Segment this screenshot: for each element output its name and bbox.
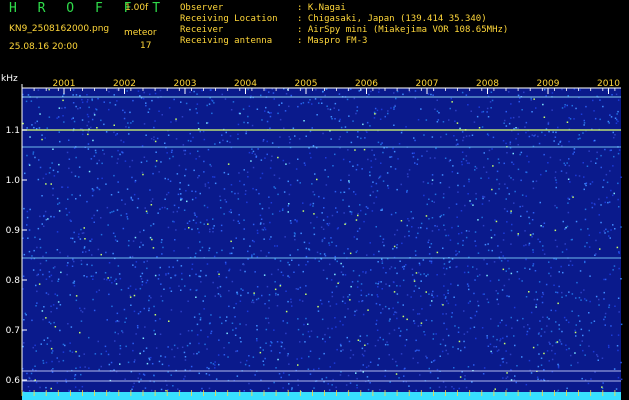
x-tick-label: 2009 (537, 79, 560, 89)
x-tick-label: 2006 (355, 79, 378, 89)
x-tick-label: 2002 (113, 79, 136, 89)
x-tick-label: 2003 (174, 79, 197, 89)
spectrogram-background (22, 88, 621, 392)
y-tick-label: 0.8 (6, 276, 21, 286)
spectrogram: 1.1 1.0 0.9 0.8 0.7 0.6 2001 2002 2003 2004 2005 20… (6, 79, 623, 400)
x-tick-label: 2001 (53, 79, 76, 89)
y-tick-label: 0.6 (6, 376, 21, 386)
x-tick-label: 2008 (476, 79, 499, 89)
bottom-band (22, 392, 621, 400)
y-tick-label: 1.0 (6, 176, 21, 186)
x-tick-label: 2004 (234, 79, 257, 89)
x-tick-label: 2007 (416, 79, 439, 89)
y-tick-label: 0.7 (6, 326, 20, 336)
x-tick-label: 2005 (295, 79, 318, 89)
y-tick-label: 1.1 (6, 126, 20, 136)
x-tick-label: 2010 (597, 79, 620, 89)
y-tick-label: 0.9 (6, 226, 21, 236)
